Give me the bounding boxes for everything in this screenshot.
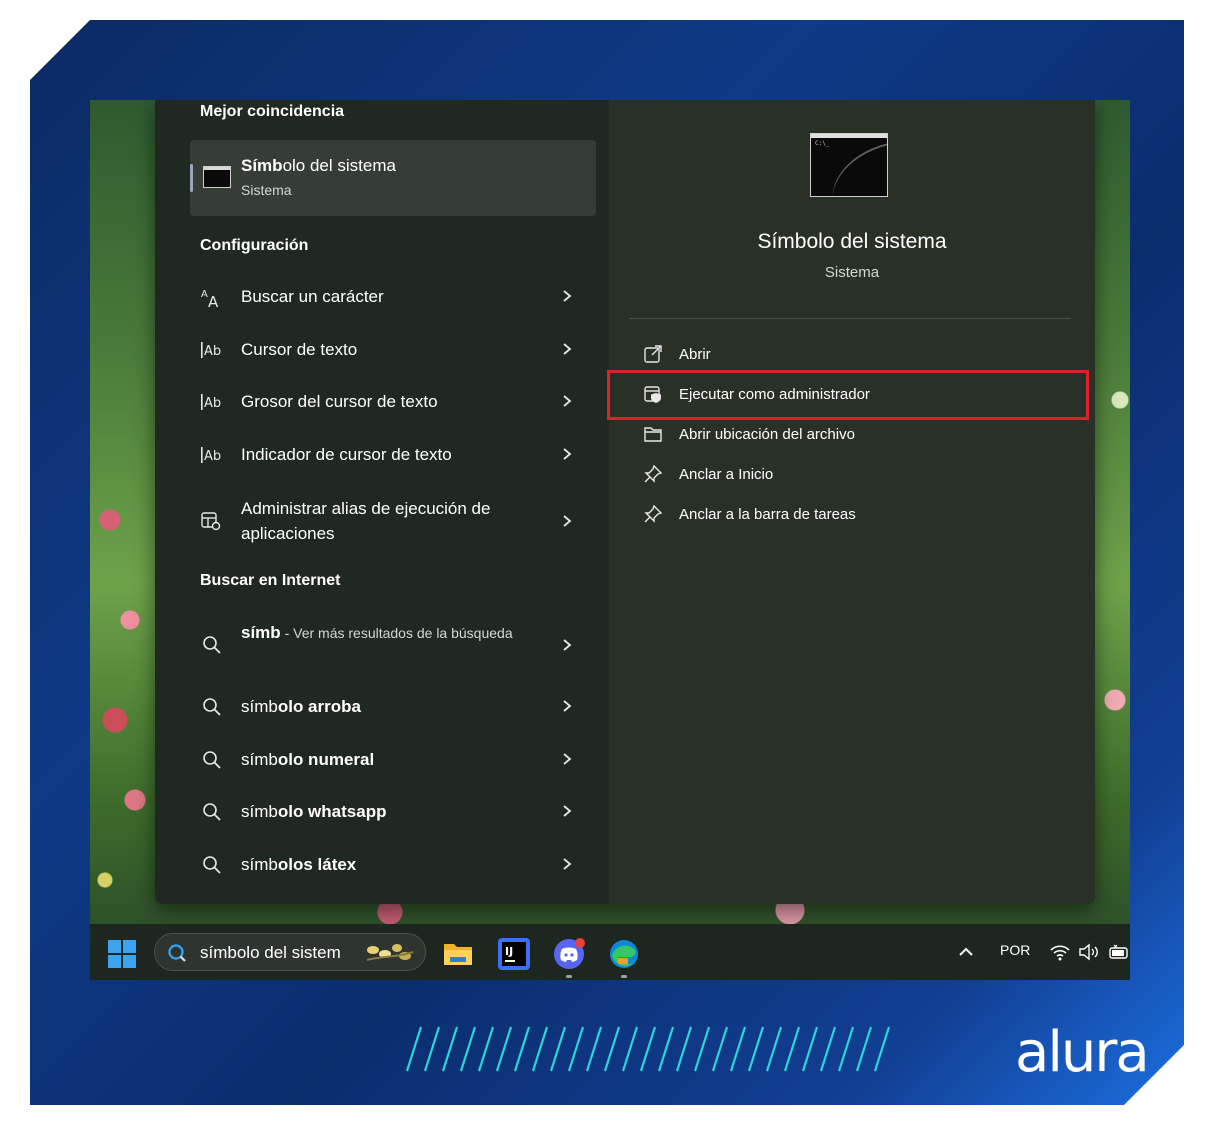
chevron-right-icon (563, 515, 572, 527)
svg-text:Ab: Ab (204, 344, 221, 359)
web-search-heading: Buscar en Internet (200, 572, 341, 589)
pin-icon (644, 504, 663, 523)
chevron-up-icon[interactable] (956, 944, 976, 960)
volume-icon[interactable] (1078, 943, 1100, 961)
preview-title: Símbolo del sistema (757, 230, 947, 253)
search-query: símbolo del sistema (200, 943, 340, 962)
chevron-right-icon (563, 700, 572, 712)
svg-text:IJ: IJ (505, 945, 513, 958)
config-item-app-alias[interactable]: Administrar alias de ejecución de aplica… (190, 492, 596, 550)
config-heading: Configuración (200, 237, 309, 254)
config-item-character[interactable]: AA Buscar un carácter (190, 273, 596, 321)
web-item-label: símb - Ver más resultados de la búsqueda (241, 623, 513, 642)
text-cursor-icon: Ab (200, 392, 224, 412)
search-highlight-icon (366, 944, 414, 961)
web-item-more-results[interactable]: símb - Ver más resultados de la búsqueda (190, 616, 596, 674)
search-icon (203, 856, 221, 874)
web-item-latex[interactable]: símbolos látex (190, 841, 596, 889)
action-pin-taskbar[interactable]: Anclar a la barra de tareas (639, 496, 1069, 532)
battery-icon[interactable] (1108, 943, 1130, 961)
highlight-box (607, 370, 1089, 420)
running-indicator (621, 975, 627, 978)
config-item-label: Buscar un carácter (241, 287, 384, 306)
preview-subtitle: Sistema (824, 264, 880, 281)
chevron-right-icon (563, 858, 572, 870)
best-match-heading: Mejor coincidencia (200, 103, 345, 120)
divider (629, 318, 1071, 319)
svg-text:Ab: Ab (204, 396, 221, 411)
alura-logo: alura (1015, 1020, 1150, 1085)
windows-start-icon[interactable] (107, 939, 137, 969)
web-item-label: símbolo whatsapp (241, 802, 387, 821)
taskbar-search-box[interactable]: símbolo del sistema (154, 933, 426, 971)
web-item-arroba[interactable]: símbolo arroba (190, 683, 596, 731)
config-item-cursor-thickness[interactable]: Ab Grosor del cursor de texto (190, 378, 596, 426)
language-indicator[interactable]: POR (1000, 942, 1030, 958)
web-item-label: símbolo numeral (241, 750, 375, 769)
search-icon (203, 751, 221, 769)
svg-text:A: A (208, 293, 219, 309)
start-search-panel: Mejor coincidencia Símbolo del sistema S… (155, 100, 1095, 904)
action-open-location[interactable]: Abrir ubicación del archivo (639, 416, 1069, 452)
taskbar: símbolo del sistema IJ POR (90, 924, 1130, 980)
svg-text:A: A (201, 289, 208, 300)
open-icon (644, 345, 662, 363)
preview-pane: C:\_ Símbolo del sistema Sistema Abrir E… (609, 100, 1095, 904)
chevron-right-icon (563, 448, 572, 460)
config-item-label: Indicador de cursor de texto (241, 445, 452, 464)
action-label: Anclar a Inicio (679, 466, 774, 483)
config-item-label: Cursor de texto (241, 340, 358, 359)
config-item-label: Grosor del cursor de texto (241, 392, 438, 411)
action-open[interactable]: Abrir (639, 336, 1069, 372)
best-match-name: Símbolo del sistema (241, 156, 396, 175)
command-prompt-icon (203, 166, 231, 188)
desktop-screen: Mejor coincidencia Símbolo del sistema S… (90, 100, 1130, 980)
pin-icon (644, 464, 663, 483)
action-label: Anclar a la barra de tareas (679, 506, 856, 523)
best-match-sub: Sistema (241, 182, 292, 198)
intellij-icon[interactable]: IJ (498, 938, 530, 970)
web-item-numeral[interactable]: símbolo numeral (190, 736, 596, 784)
chevron-right-icon (563, 805, 572, 817)
config-item-label: Administrar alias de ejecución de aplica… (241, 499, 491, 543)
running-indicator (566, 975, 572, 978)
edge-icon[interactable] (608, 938, 640, 978)
config-item-cursor-indicator[interactable]: Ab Indicador de cursor de texto (190, 431, 596, 479)
search-icon (168, 944, 186, 962)
search-icon (203, 636, 221, 654)
decorative-stripes (405, 1026, 891, 1072)
action-label: Abrir (679, 346, 711, 363)
folder-icon (644, 427, 662, 442)
chevron-right-icon (563, 639, 572, 651)
svg-text:Ab: Ab (204, 449, 221, 464)
discord-icon[interactable] (553, 938, 585, 978)
selection-accent (190, 164, 193, 192)
chevron-right-icon (563, 343, 572, 355)
chevron-right-icon (563, 395, 572, 407)
best-match-item[interactable]: Símbolo del sistema Sistema (190, 140, 596, 216)
command-prompt-large-icon: C:\_ (810, 133, 888, 197)
wifi-icon[interactable] (1049, 943, 1071, 961)
results-list: Mejor coincidencia Símbolo del sistema S… (155, 100, 609, 904)
web-item-label: símbolo arroba (241, 697, 361, 716)
app-alias-icon (200, 511, 224, 531)
text-cursor-icon: Ab (200, 445, 224, 465)
web-item-whatsapp[interactable]: símbolo whatsapp (190, 788, 596, 836)
character-icon: AA (200, 287, 224, 311)
action-pin-start[interactable]: Anclar a Inicio (639, 456, 1069, 492)
file-explorer-icon[interactable] (442, 938, 474, 970)
chevron-right-icon (563, 290, 572, 302)
text-cursor-icon: Ab (200, 340, 224, 360)
web-item-label: símbolos látex (241, 855, 357, 874)
search-icon (203, 698, 221, 716)
search-icon (203, 803, 221, 821)
action-label: Abrir ubicación del archivo (679, 426, 855, 443)
chevron-right-icon (563, 753, 572, 765)
config-item-text-cursor[interactable]: Ab Cursor de texto (190, 326, 596, 374)
